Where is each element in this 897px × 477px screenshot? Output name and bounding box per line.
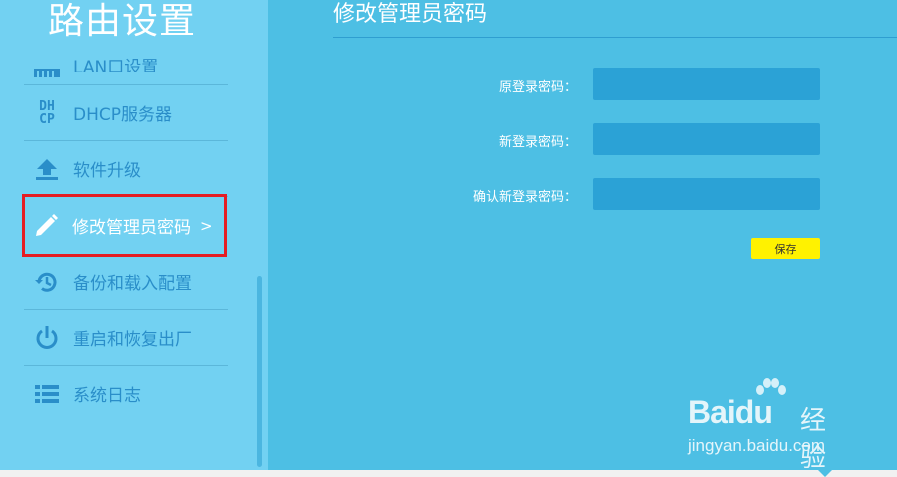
title-divider bbox=[333, 37, 897, 38]
history-icon bbox=[32, 268, 62, 296]
chevron-right-icon: > bbox=[200, 216, 213, 235]
sidebar-item-label: 软件升级 bbox=[73, 161, 141, 181]
footer-bar bbox=[0, 470, 897, 477]
lan-port-icon bbox=[32, 37, 62, 77]
sidebar-item-syslog[interactable]: 系统日志 bbox=[24, 366, 228, 421]
sidebar-item-backup[interactable]: 备份和载入配置 bbox=[24, 254, 228, 310]
sidebar-item-reboot[interactable]: 重启和恢复出厂 bbox=[24, 310, 228, 366]
dhcp-icon-line-1: DH bbox=[39, 98, 55, 114]
footer-notch bbox=[818, 470, 832, 477]
sidebar-item-lan[interactable]: LAN口设置 bbox=[24, 30, 228, 85]
dhcp-icon-line-2: CP bbox=[39, 111, 55, 127]
sidebar-scrollbar[interactable] bbox=[257, 276, 262, 467]
page-title: 修改管理员密码 bbox=[333, 2, 488, 27]
sidebar-item-label: 备份和载入配置 bbox=[73, 274, 192, 294]
sidebar-item-label: 系统日志 bbox=[73, 386, 141, 406]
power-icon bbox=[32, 324, 62, 352]
new-password-input[interactable] bbox=[593, 123, 820, 155]
sidebar: 路由设置 LAN口设置 DH CP DHCP服务器 软件升级 修改管理员密码 >… bbox=[0, 0, 268, 470]
sidebar-item-label: LAN口设置 bbox=[73, 58, 159, 72]
save-button[interactable]: 保存 bbox=[751, 238, 820, 259]
confirm-password-input[interactable] bbox=[593, 178, 820, 210]
upload-icon bbox=[32, 155, 62, 183]
old-password-input[interactable] bbox=[593, 68, 820, 100]
sidebar-item-change-password[interactable]: 修改管理员密码 > bbox=[22, 194, 227, 257]
new-password-label: 新登录密码： bbox=[498, 135, 577, 150]
sidebar-item-upgrade[interactable]: 软件升级 bbox=[24, 141, 228, 197]
dhcp-icon: DH CP bbox=[32, 99, 62, 127]
sidebar-item-label: 重启和恢复出厂 bbox=[73, 330, 192, 350]
sidebar-item-dhcp[interactable]: DH CP DHCP服务器 bbox=[24, 85, 228, 141]
sidebar-item-label: DHCP服务器 bbox=[73, 105, 172, 125]
list-icon bbox=[32, 380, 62, 408]
watermark-brand: Baidu bbox=[688, 394, 773, 430]
watermark-url: jingyan.baidu.com bbox=[688, 436, 826, 455]
sidebar-item-label: 修改管理员密码 bbox=[72, 218, 191, 238]
pencil-icon bbox=[31, 212, 61, 240]
confirm-password-label: 确认新登录密码： bbox=[472, 190, 577, 205]
old-password-label: 原登录密码： bbox=[498, 80, 577, 95]
